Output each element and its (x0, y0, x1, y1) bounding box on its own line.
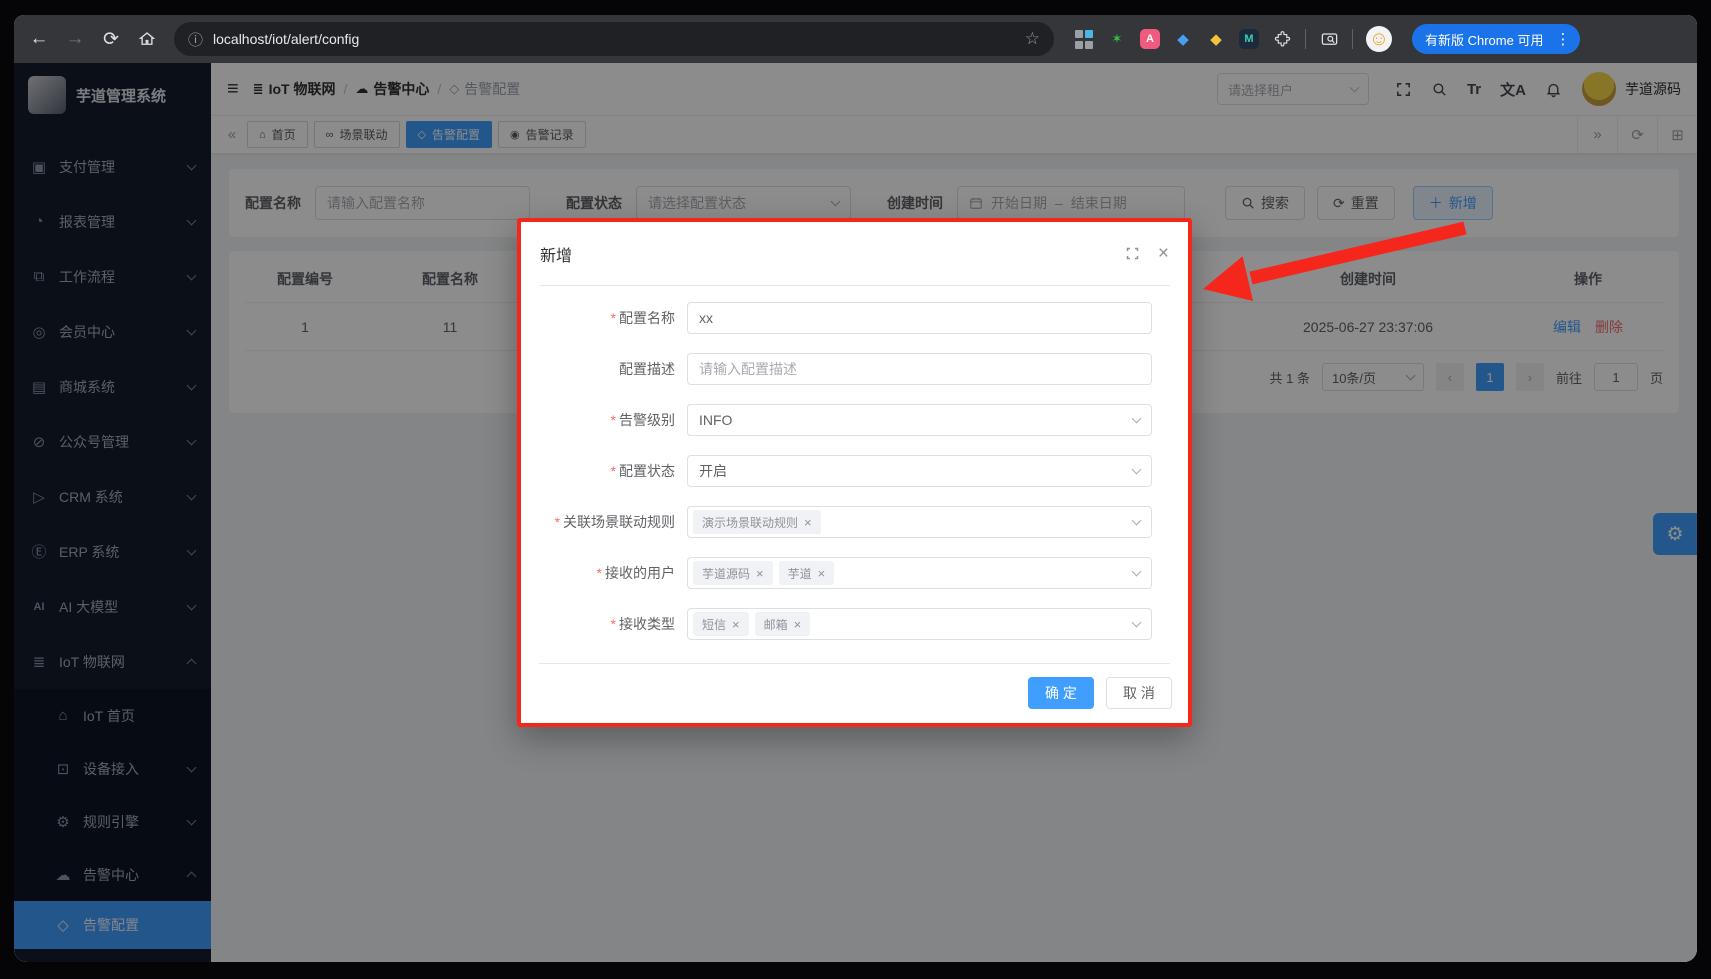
url-text[interactable]: localhost/iot/alert/config (213, 31, 1015, 47)
extension-lamp-icon[interactable]: ◆ (1173, 29, 1193, 49)
select-value: 开启 (699, 461, 727, 481)
extension-star-icon[interactable]: ✶ (1107, 29, 1127, 49)
selected-tag: 芋道源码 × (693, 561, 773, 585)
input-value: xx (699, 310, 713, 326)
extensions-puzzle-icon[interactable] (1272, 29, 1292, 49)
dialog-footer: 确 定 取 消 (521, 664, 1188, 723)
config-name-input[interactable]: xx (687, 302, 1152, 334)
alert-level-select[interactable]: INFO (687, 404, 1152, 436)
app-page: 芋道管理系统 ▣ 支付管理 ◔ 报表管理 ⧉ 工作流程 ◎ 会员中心 (14, 63, 1697, 962)
tag-close-icon[interactable]: × (804, 515, 812, 530)
tag-label: 邮箱 (764, 616, 788, 633)
tag-close-icon[interactable]: × (756, 566, 764, 581)
extension-m-icon[interactable]: M (1239, 29, 1259, 49)
receive-users-multiselect[interactable]: 芋道源码 × 芋道 × (687, 557, 1152, 589)
forward-icon[interactable]: → (60, 24, 90, 54)
tag-close-icon[interactable]: × (794, 617, 802, 632)
required-mark: * (555, 514, 560, 530)
extension-broom-icon[interactable]: ◆ (1206, 29, 1226, 49)
config-status-select[interactable]: 开启 (687, 455, 1152, 487)
confirm-button[interactable]: 确 定 (1028, 677, 1094, 709)
chevron-down-icon (1132, 414, 1142, 424)
screen-search-icon[interactable] (1319, 29, 1339, 49)
select-value: INFO (699, 412, 732, 428)
chrome-update-label: 有新版 Chrome 可用 (1425, 30, 1543, 49)
field-label: 接收类型 (619, 616, 675, 632)
form-row-receive-users: *接收的用户 芋道源码 × 芋道 × (535, 557, 1152, 589)
form-row-scene-rule: *关联场景联动规则 演示场景联动规则 × (535, 506, 1152, 538)
required-mark: * (611, 463, 616, 479)
add-config-dialog: 新增 × *配置名称 xx 配置描述 请输入配置描述 (517, 218, 1192, 727)
toolbar-divider (1305, 29, 1306, 49)
browser-window: ← → ⟳ ⓘ localhost/iot/alert/config ☆ ✶ A… (14, 15, 1697, 962)
tag-label: 芋道源码 (702, 565, 750, 582)
form-row-config-name: *配置名称 xx (535, 302, 1152, 334)
form-row-alert-level: *告警级别 INFO (535, 404, 1152, 436)
required-mark: * (611, 616, 616, 632)
browser-toolbar: ← → ⟳ ⓘ localhost/iot/alert/config ☆ ✶ A… (14, 15, 1697, 63)
input-placeholder: 请输入配置描述 (699, 359, 797, 379)
field-label: 配置描述 (619, 361, 675, 377)
selected-tag: 短信 × (693, 612, 749, 636)
chrome-update-button[interactable]: 有新版 Chrome 可用 ⋮ (1412, 24, 1580, 54)
scene-rule-multiselect[interactable]: 演示场景联动规则 × (687, 506, 1152, 538)
chrome-menu-icon[interactable]: ⋮ (1551, 30, 1574, 48)
required-mark: * (611, 412, 616, 428)
dialog-title: 新增 (540, 242, 1125, 266)
chevron-down-icon (1132, 516, 1142, 526)
dialog-header: 新增 × (521, 222, 1188, 285)
cancel-button[interactable]: 取 消 (1106, 677, 1172, 709)
selected-tag: 芋道 × (779, 561, 835, 585)
tag-label: 短信 (702, 616, 726, 633)
field-label: 关联场景联动规则 (563, 514, 675, 530)
extension-icons: ✶ A ◆ ◆ M ☺ (1066, 26, 1400, 52)
form-row-config-desc: 配置描述 请输入配置描述 (535, 353, 1152, 385)
tag-close-icon[interactable]: × (818, 566, 826, 581)
dialog-close-icon[interactable]: × (1158, 243, 1169, 265)
field-label: 配置状态 (619, 463, 675, 479)
extension-grid-icon[interactable] (1074, 29, 1094, 49)
url-bar[interactable]: ⓘ localhost/iot/alert/config ☆ (174, 22, 1054, 56)
tag-label: 芋道 (788, 565, 812, 582)
reload-icon[interactable]: ⟳ (96, 24, 126, 54)
chevron-down-icon (1132, 465, 1142, 475)
tag-close-icon[interactable]: × (732, 617, 740, 632)
bookmark-star-icon[interactable]: ☆ (1025, 29, 1040, 49)
site-info-icon[interactable]: ⓘ (188, 29, 203, 50)
extension-translate-icon[interactable]: A (1140, 29, 1160, 49)
field-label: 配置名称 (619, 310, 675, 326)
toolbar-divider (1352, 29, 1353, 49)
dialog-fullscreen-icon[interactable] (1125, 246, 1140, 261)
chevron-down-icon (1132, 618, 1142, 628)
config-desc-input[interactable]: 请输入配置描述 (687, 353, 1152, 385)
required-mark: * (611, 310, 616, 326)
selected-tag: 演示场景联动规则 × (693, 510, 821, 534)
chrome-profile-avatar[interactable]: ☺ (1366, 26, 1392, 52)
selected-tag: 邮箱 × (755, 612, 811, 636)
tag-label: 演示场景联动规则 (702, 514, 798, 531)
screenshot-canvas: ← → ⟳ ⓘ localhost/iot/alert/config ☆ ✶ A… (0, 0, 1711, 979)
receive-types-multiselect[interactable]: 短信 × 邮箱 × (687, 608, 1152, 640)
required-mark: * (597, 565, 602, 581)
field-label: 接收的用户 (605, 565, 675, 581)
chevron-down-icon (1132, 567, 1142, 577)
back-icon[interactable]: ← (24, 24, 54, 54)
dialog-form: *配置名称 xx 配置描述 请输入配置描述 *告警级别 INFO *配置状态 (521, 286, 1188, 663)
home-icon[interactable] (132, 24, 162, 54)
form-row-config-status: *配置状态 开启 (535, 455, 1152, 487)
form-row-receive-types: *接收类型 短信 × 邮箱 × (535, 608, 1152, 640)
field-label: 告警级别 (619, 412, 675, 428)
